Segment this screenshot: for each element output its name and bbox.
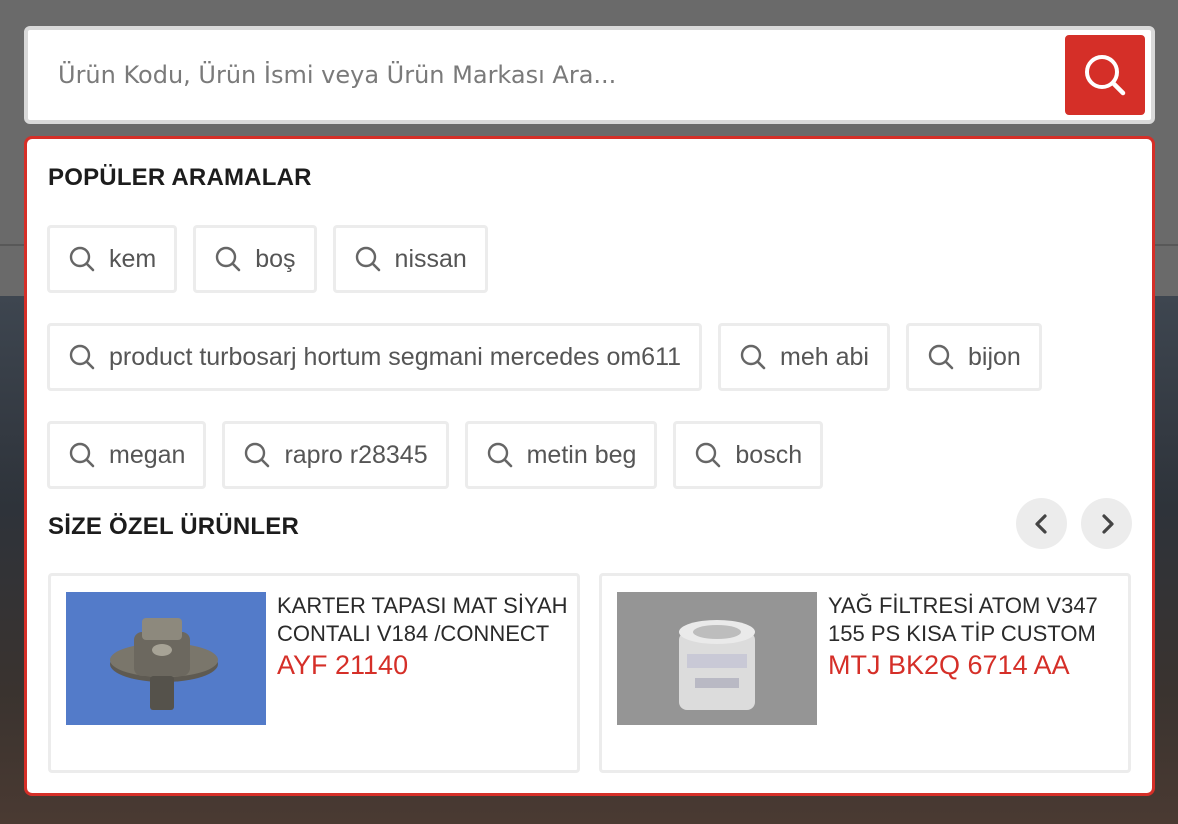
carousel-next-button[interactable] [1081, 498, 1132, 549]
chip-label: boş [255, 244, 296, 273]
popular-searches-title: POPÜLER ARAMALAR [48, 164, 312, 191]
search-icon [355, 246, 380, 272]
chevron-left-icon [1034, 513, 1047, 534]
chip-label: rapro r28345 [284, 440, 428, 469]
search-icon [696, 442, 721, 468]
popular-search-chip[interactable]: meh abi [718, 323, 890, 391]
popular-search-chip[interactable]: product turbosarj hortum segmani mercede… [47, 323, 703, 391]
chip-label: bijon [968, 342, 1021, 371]
chip-label: meh abi [780, 342, 869, 371]
product-card[interactable]: KARTER TAPASI MAT SİYAH CONTALI V184 /CO… [48, 573, 580, 773]
search-button[interactable] [1065, 35, 1145, 115]
chip-label: bosch [735, 440, 803, 469]
popular-search-chip[interactable]: bosch [673, 421, 824, 489]
chevron-right-icon [1101, 513, 1114, 534]
search-icon [1085, 55, 1126, 96]
search-icon [740, 344, 766, 370]
search-icon [69, 442, 95, 468]
search-bar [24, 26, 1155, 124]
featured-products-title: SİZE ÖZEL ÜRÜNLER [48, 513, 299, 540]
product-card[interactable]: YAĞ FİLTRESİ ATOM V347 155 PS KISA TİP C… [599, 573, 1131, 773]
product-name: YAĞ FİLTRESİ ATOM V347 155 PS KISA TİP C… [828, 593, 1098, 646]
product-name: KARTER TAPASI MAT SİYAH CONTALI V184 /CO… [277, 593, 568, 646]
product-info: KARTER TAPASI MAT SİYAH CONTALI V184 /CO… [277, 592, 577, 682]
popular-searches-list: kem boş nissan product turbosarj hortum … [47, 225, 1127, 489]
search-icon [69, 344, 95, 370]
popular-search-chip[interactable]: bijon [906, 323, 1042, 391]
search-icon [69, 246, 95, 272]
popular-search-chip[interactable]: rapro r28345 [222, 421, 449, 489]
search-icon [928, 344, 954, 370]
chip-label: megan [109, 440, 186, 469]
chip-label: metin beg [526, 440, 637, 469]
popular-search-chip[interactable]: nissan [332, 225, 488, 293]
popular-search-chip[interactable]: metin beg [464, 421, 658, 489]
product-image [66, 592, 266, 725]
search-icon [487, 442, 512, 468]
popular-search-chip[interactable]: kem [47, 225, 178, 293]
product-code: AYF 21140 [277, 650, 409, 680]
search-icon [245, 442, 270, 468]
product-code: MTJ BK2Q 6714 AA [828, 650, 1070, 680]
search-icon [216, 246, 241, 272]
search-input[interactable] [58, 54, 1048, 96]
product-image [617, 592, 817, 725]
chip-label: product turbosarj hortum segmani mercede… [109, 342, 682, 371]
search-dropdown: POPÜLER ARAMALAR kem boş nissan product … [24, 136, 1155, 796]
carousel-prev-button[interactable] [1016, 498, 1067, 549]
chip-label: kem [109, 244, 157, 273]
popular-search-chip[interactable]: megan [47, 421, 207, 489]
chip-label: nissan [394, 244, 467, 273]
product-info: YAĞ FİLTRESİ ATOM V347 155 PS KISA TİP C… [828, 592, 1128, 682]
popular-search-chip[interactable]: boş [193, 225, 317, 293]
